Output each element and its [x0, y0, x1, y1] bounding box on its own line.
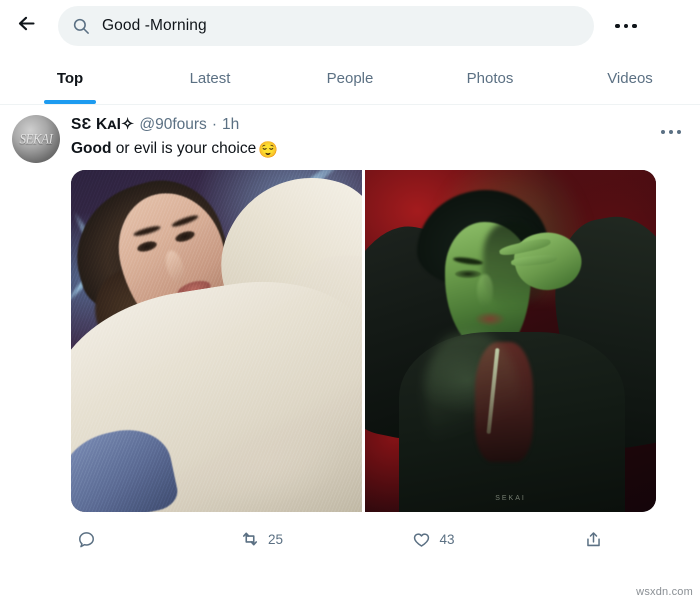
tweet-text-highlight: Good — [71, 140, 112, 157]
search-bar[interactable] — [58, 6, 594, 46]
arrow-left-icon — [16, 13, 37, 39]
like-button[interactable]: 43 — [406, 524, 455, 554]
share-button[interactable] — [578, 524, 611, 554]
watermark: wsxdn.com — [636, 586, 693, 598]
tab-photos-label: Photos — [466, 69, 514, 87]
tweet-text-rest: or evil is your choice — [111, 140, 257, 157]
tweet-header: SƐ KᴀI✧ @90fours · 1h — [71, 115, 656, 135]
share-icon — [578, 524, 608, 554]
tab-people[interactable]: People — [280, 52, 420, 104]
tweet-item[interactable]: SEKAI SƐ KᴀI✧ @90fours · 1h Good or evil… — [0, 105, 700, 512]
author-display-name[interactable]: SƐ KᴀI✧ — [71, 115, 134, 135]
tweet-photo-right[interactable]: SEKAI — [365, 170, 656, 512]
back-button[interactable] — [8, 8, 44, 44]
retweet-button[interactable]: 25 — [235, 524, 283, 554]
tweet-media-grid[interactable]: SEKAI — [71, 170, 656, 512]
tweet-timestamp[interactable]: 1h — [222, 115, 239, 135]
relieved-face-emoji: 😌 — [258, 142, 279, 159]
avatar-monogram: SEKAI — [19, 130, 53, 147]
tab-people-label: People — [326, 69, 374, 87]
more-horizontal-icon — [615, 23, 637, 29]
tab-latest[interactable]: Latest — [140, 52, 280, 104]
tab-videos[interactable]: Videos — [560, 52, 700, 104]
tweet-action-bar: 25 43 — [71, 522, 611, 556]
tweet-photo-left[interactable] — [71, 170, 362, 512]
tweet-body: SƐ KᴀI✧ @90fours · 1h Good or evil is yo… — [71, 115, 686, 512]
avatar[interactable]: SEKAI — [12, 115, 60, 163]
tweet-more-button[interactable] — [656, 117, 686, 147]
tab-photos[interactable]: Photos — [420, 52, 560, 104]
tab-top[interactable]: Top — [0, 52, 140, 104]
heart-icon — [406, 524, 436, 554]
photo-left-backdrop — [71, 170, 362, 512]
more-horizontal-icon — [661, 130, 681, 134]
like-count: 43 — [439, 531, 455, 547]
comment-icon — [71, 524, 101, 554]
tab-top-label: Top — [56, 69, 84, 87]
search-input[interactable] — [102, 17, 580, 35]
photo-right-caption: SEKAI — [495, 495, 526, 502]
separator-dot: · — [211, 116, 217, 133]
top-bar — [0, 0, 700, 52]
author-handle[interactable]: @90fours — [139, 115, 206, 135]
tab-active-indicator — [44, 100, 96, 104]
twitter-search-screen: Top Latest People Photos Videos SEKAI SƐ… — [0, 0, 700, 602]
photo-right-backdrop: SEKAI — [365, 170, 656, 512]
search-icon — [72, 17, 90, 35]
retweet-count: 25 — [267, 531, 283, 547]
top-bar-more-button[interactable] — [608, 8, 644, 44]
tab-videos-label: Videos — [607, 69, 653, 87]
tweet-text: Good or evil is your choice 😌 — [71, 138, 656, 161]
search-tabs: Top Latest People Photos Videos — [0, 52, 700, 105]
retweet-icon — [235, 524, 265, 554]
reply-button[interactable] — [71, 524, 104, 554]
tab-latest-label: Latest — [189, 69, 231, 87]
